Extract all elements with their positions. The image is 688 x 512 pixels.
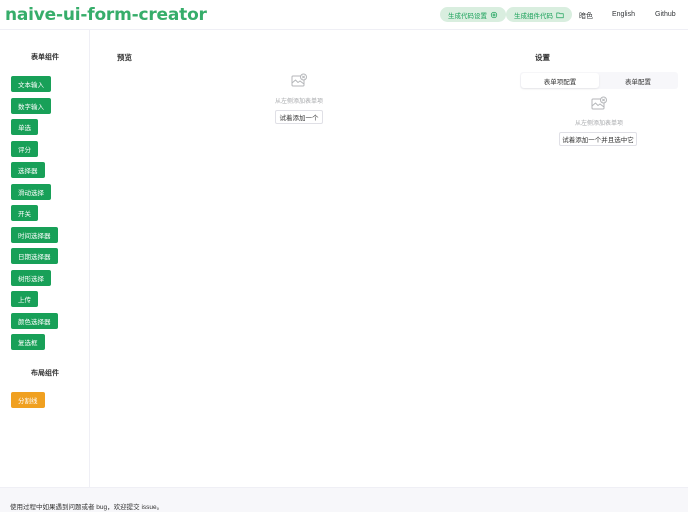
settings-empty-text: 从左侧添加表单项 bbox=[575, 121, 624, 127]
github-link[interactable]: Github bbox=[655, 11, 676, 18]
app-header: naive-ui-form-creator 生成代码设置 生成组件代码 暗色 E… bbox=[0, 0, 688, 30]
component-select[interactable]: 选择器 bbox=[11, 162, 45, 178]
component-color-picker[interactable]: 颜色选择器 bbox=[11, 313, 58, 329]
component-sidebar: 表单组件 文本输入 数字输入 单选 评分 选择器 滑动选择 开关 时间选择器 日… bbox=[0, 30, 90, 487]
app-footer: 使用过程中如果遇到问题或者 bug，欢迎提交 issue。 bbox=[0, 487, 688, 512]
preview-title: 预览 bbox=[117, 53, 132, 62]
language-toggle[interactable]: English bbox=[612, 11, 635, 18]
tab-form-item-config[interactable]: 表单项配置 bbox=[521, 73, 599, 88]
settings-try-add-button[interactable]: 试着添加一个并且选中它 bbox=[559, 132, 637, 146]
component-switch[interactable]: 开关 bbox=[11, 205, 38, 221]
settings-tabs: 表单项配置 表单配置 bbox=[520, 72, 678, 89]
preview-try-add-button[interactable]: 试着添加一个 bbox=[275, 110, 323, 124]
preview-empty-text: 从左侧添加表单项 bbox=[275, 99, 324, 105]
generate-component-code-button[interactable]: 生成组件代码 bbox=[506, 7, 572, 22]
preview-panel: 预览 从左侧添加表单项 试着添加一个 bbox=[91, 30, 509, 487]
generate-code-settings-button[interactable]: 生成代码设置 bbox=[440, 7, 506, 22]
component-rate[interactable]: 评分 bbox=[11, 141, 38, 157]
component-text-input[interactable]: 文本输入 bbox=[11, 76, 51, 92]
app-logo[interactable]: naive-ui-form-creator bbox=[5, 5, 207, 25]
folder-icon bbox=[556, 12, 564, 18]
component-divider[interactable]: 分割线 bbox=[11, 392, 45, 408]
tab-form-config[interactable]: 表单配置 bbox=[599, 73, 677, 88]
component-checkbox[interactable]: 复选框 bbox=[11, 334, 45, 350]
generate-code-settings-label: 生成代码设置 bbox=[448, 12, 487, 20]
empty-inbox-icon bbox=[291, 73, 307, 87]
component-tree-select[interactable]: 树形选择 bbox=[11, 270, 51, 286]
settings-title: 设置 bbox=[535, 53, 550, 62]
component-date-picker[interactable]: 日期选择器 bbox=[11, 248, 58, 264]
empty-inbox-icon bbox=[591, 96, 607, 110]
gear-icon bbox=[490, 11, 498, 18]
footer-text: 使用过程中如果遇到问题或者 bug，欢迎提交 issue。 bbox=[10, 504, 164, 511]
theme-toggle[interactable]: 暗色 bbox=[579, 11, 593, 21]
layout-components-title: 布局组件 bbox=[31, 370, 59, 377]
component-slider[interactable]: 滑动选择 bbox=[11, 184, 51, 200]
component-radio[interactable]: 单选 bbox=[11, 119, 38, 135]
generate-component-code-label: 生成组件代码 bbox=[514, 12, 553, 20]
component-time-picker[interactable]: 时间选择器 bbox=[11, 227, 58, 243]
component-number-input[interactable]: 数字输入 bbox=[11, 98, 51, 114]
form-components-title: 表单组件 bbox=[31, 54, 59, 61]
component-upload[interactable]: 上传 bbox=[11, 291, 38, 307]
